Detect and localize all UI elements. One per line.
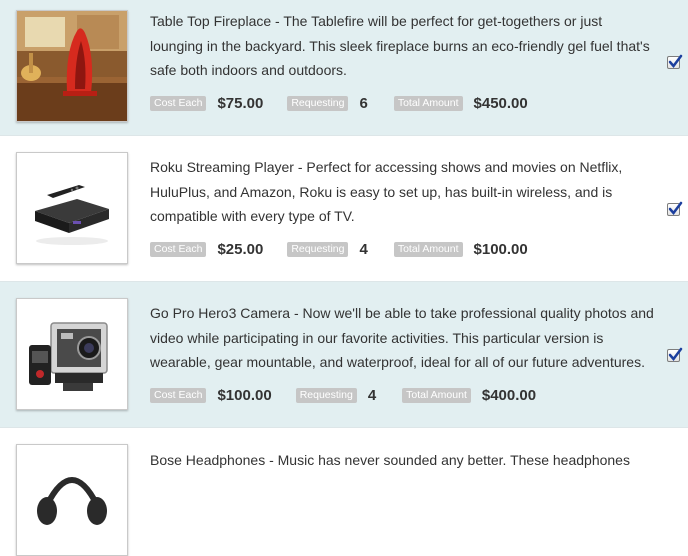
cost-value: $75.00 [217,94,264,112]
item-checkbox[interactable] [667,54,683,69]
total-value: $400.00 [481,386,537,404]
checkmark-icon [668,54,683,68]
fireplace-image [16,10,128,122]
item-checkbox[interactable] [667,201,683,216]
gopro-image [16,298,128,410]
item-description: Table Top Fireplace - The Tablefire will… [150,13,650,78]
total-value: $100.00 [473,240,528,258]
cost-value: $100.00 [217,386,272,404]
cost-value: $25.00 [217,240,264,258]
item-meta: Cost Each $75.00 Requesting 6 Total Amou… [150,94,528,112]
item-meta: Cost Each $25.00 Requesting 4 Total Amou… [150,240,528,258]
list-item: Bose Headphones - Music has never sounde… [0,428,688,556]
item-description: Go Pro Hero3 Camera - Now we'll be able … [150,305,654,370]
checkmark-icon [668,201,683,215]
cost-each-tag: Cost Each [150,387,207,403]
list-item: Roku Streaming Player - Perfect for acce… [0,136,688,282]
cost-each-tag: Cost Each [150,241,207,257]
item-description: Roku Streaming Player - Perfect for acce… [150,159,623,224]
requesting-value: 4 [359,240,368,258]
requesting-tag: Requesting [287,241,349,257]
item-description: Bose Headphones - Music has never sounde… [150,452,630,468]
requesting-tag: Requesting [287,95,349,111]
requesting-tag: Requesting [295,387,357,403]
total-amount-tag: Total Amount [393,241,463,257]
requesting-value: 4 [367,386,377,404]
total-value: $450.00 [473,94,528,112]
list-item: Table Top Fireplace - The Tablefire will… [0,0,688,136]
roku-image [16,152,128,264]
list-item: Go Pro Hero3 Camera - Now we'll be able … [0,282,688,428]
requesting-value: 6 [359,94,368,112]
item-meta: Cost Each $100.00 Requesting 4 Total Amo… [150,386,536,404]
checkmark-icon [668,347,683,361]
item-checkbox[interactable] [667,347,683,362]
total-amount-tag: Total Amount [402,387,471,403]
cost-each-tag: Cost Each [150,95,207,111]
total-amount-tag: Total Amount [393,95,463,111]
headphones-image [16,444,128,556]
